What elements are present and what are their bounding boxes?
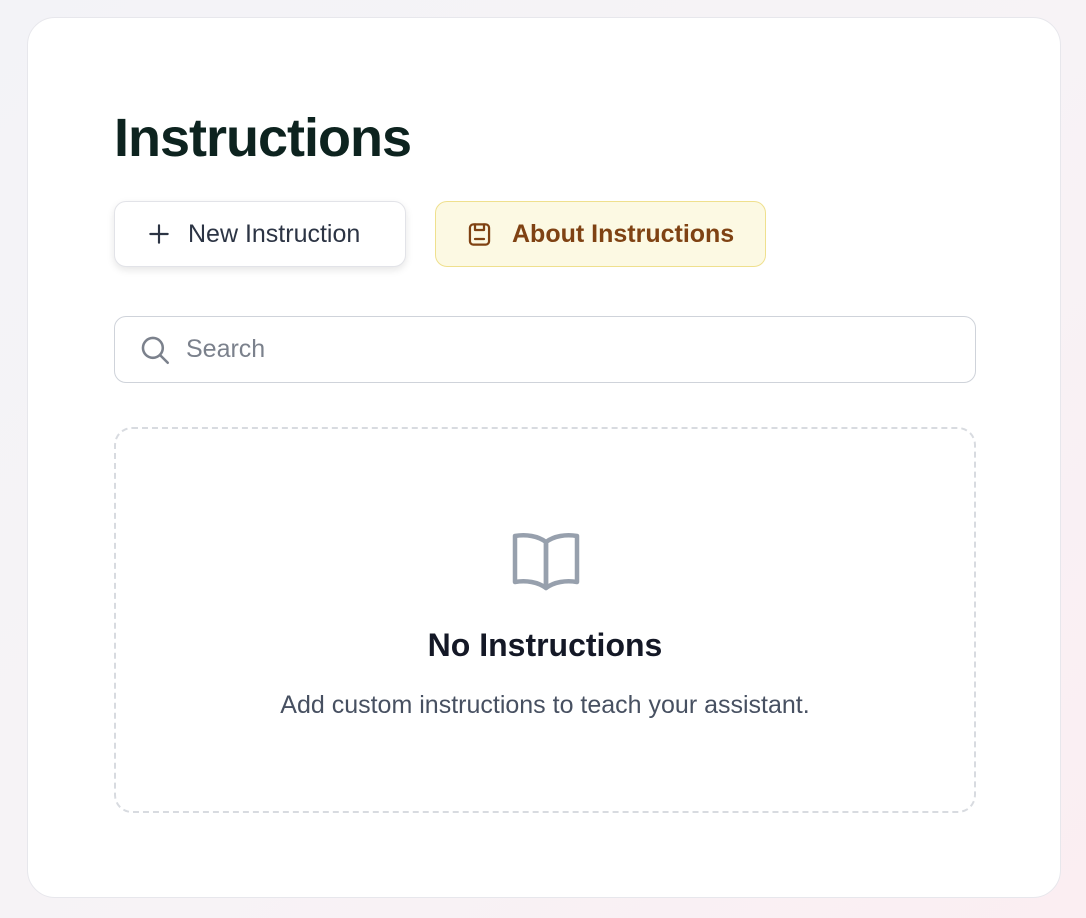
search-input[interactable] [186, 317, 956, 382]
new-instruction-button[interactable]: New Instruction [114, 201, 406, 267]
instructions-panel: Instructions New Instruction About Instr… [27, 17, 1061, 898]
save-icon [466, 221, 493, 248]
empty-state-description: Add custom instructions to teach your as… [280, 691, 810, 719]
book-open-icon [507, 524, 585, 596]
about-instructions-button[interactable]: About Instructions [435, 201, 766, 267]
about-instructions-label: About Instructions [512, 219, 735, 248]
empty-state: No Instructions Add custom instructions … [114, 427, 976, 813]
empty-state-title: No Instructions [427, 627, 663, 663]
page-title: Instructions [114, 108, 412, 168]
new-instruction-label: New Instruction [188, 219, 361, 248]
search-icon [138, 333, 172, 367]
search-box [114, 316, 976, 383]
plus-icon [146, 221, 172, 247]
